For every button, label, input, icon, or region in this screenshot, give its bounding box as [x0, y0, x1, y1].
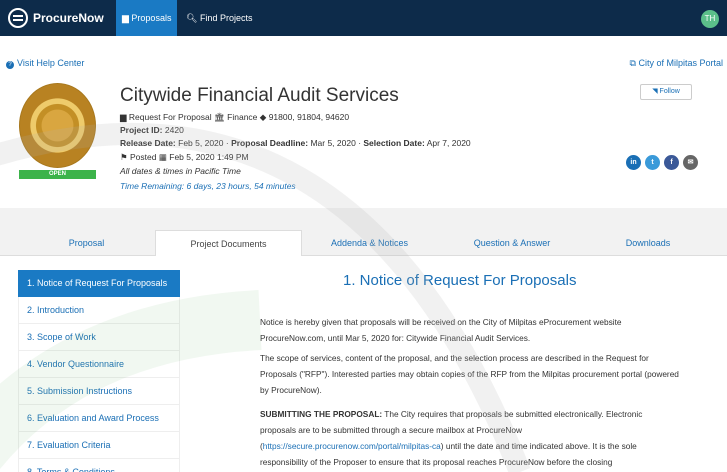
status-badge: OPEN: [19, 170, 96, 179]
tab-downloads[interactable]: Downloads: [587, 230, 709, 256]
tab-question-answer[interactable]: Question & Answer: [437, 230, 587, 256]
project-tabs: Proposal Project Documents Addenda & Not…: [0, 230, 727, 256]
twitter-share-icon[interactable]: t: [645, 155, 660, 170]
project-codes: 91800, 91804, 94620: [268, 112, 350, 122]
sidebar-item-introduction[interactable]: 2. Introduction: [18, 297, 180, 324]
calendar-icon: ▦: [158, 152, 167, 162]
brand-logo-link[interactable]: ProcureNow: [8, 8, 104, 28]
header-separator-band: [0, 208, 727, 230]
nav-proposals-label: Proposals: [131, 13, 172, 23]
city-portal-label: City of Milpitas Portal: [638, 58, 723, 68]
help-center-link[interactable]: ? Visit Help Center: [6, 58, 84, 69]
submitting-heading: SUBMITTING THE PROPOSAL:: [260, 409, 383, 419]
deadline-date: Mar 5, 2020: [310, 138, 356, 148]
section-sidebar: 1. Notice of Request For Proposals 2. In…: [18, 270, 180, 472]
sidebar-item-evaluation-criteria[interactable]: 7. Evaluation Criteria: [18, 432, 180, 459]
posted-label: Posted: [130, 152, 157, 162]
search-icon: 🔍︎: [186, 13, 200, 23]
sidebar-item-evaluation-award[interactable]: 6. Evaluation and Award Process: [18, 405, 180, 432]
linkedin-share-icon[interactable]: in: [626, 155, 641, 170]
nav-proposals[interactable]: ▆ Proposals: [116, 0, 178, 36]
sidebar-item-notice[interactable]: 1. Notice of Request For Proposals: [18, 270, 180, 297]
procurenow-logo-icon: [8, 8, 28, 28]
procurenow-portal-link[interactable]: https://secure.procurenow.com/portal/mil…: [263, 441, 441, 451]
tab-proposal[interactable]: Proposal: [18, 230, 155, 256]
nav-find-label: Find Projects: [199, 13, 253, 23]
document-icon: ▆: [120, 112, 127, 122]
time-remaining: Time Remaining: 6 days, 23 hours, 54 min…: [120, 181, 296, 191]
sidebar-item-scope-of-work[interactable]: 3. Scope of Work: [18, 324, 180, 351]
project-posted-line: ⚑ Posted ▦ Feb 5, 2020 1:49 PM: [120, 152, 249, 163]
question-icon: ?: [6, 61, 14, 69]
document-icon: ▆: [122, 13, 132, 23]
city-portal-link[interactable]: ⧉ City of Milpitas Portal: [630, 58, 723, 69]
facebook-share-icon[interactable]: f: [664, 155, 679, 170]
release-label: Release Date:: [120, 138, 176, 148]
tab-addenda-notices[interactable]: Addenda & Notices: [302, 230, 437, 256]
user-avatar[interactable]: TH: [701, 10, 719, 28]
paragraph-notice: Notice is hereby given that proposals wi…: [260, 317, 622, 343]
project-id-line: Project ID: 2420: [120, 125, 184, 135]
help-bar: ? Visit Help Center ⧉ City of Milpitas Po…: [0, 56, 727, 72]
follow-button[interactable]: ◥ Follow: [640, 84, 692, 100]
tag-icon: ◆: [259, 112, 267, 122]
paragraph-scope: The scope of services, content of the pr…: [260, 353, 679, 395]
project-id: 2420: [164, 125, 184, 135]
deadline-label: Proposal Deadline:: [231, 138, 309, 148]
help-center-label: Visit Help Center: [17, 58, 85, 68]
posted-date: Feb 5, 2020 1:49 PM: [169, 152, 249, 162]
rss-icon: ◥: [652, 88, 660, 95]
flag-icon: ⚑: [120, 152, 128, 162]
follow-label: Follow: [659, 88, 680, 95]
email-share-icon[interactable]: ✉: [683, 155, 698, 170]
project-dates-line: Release Date: Feb 5, 2020 · Proposal Dea…: [120, 138, 471, 148]
nav-find-projects[interactable]: 🔍︎ Find Projects: [180, 0, 258, 36]
timezone-note: All dates & times in Pacific Time: [120, 166, 241, 176]
top-navbar: ProcureNow ▆ Proposals 🔍︎ Find Projects …: [0, 0, 727, 36]
section-heading: 1. Notice of Request For Proposals: [343, 272, 577, 289]
project-title: Citywide Financial Audit Services: [120, 85, 399, 106]
tab-project-documents[interactable]: Project Documents: [155, 230, 302, 256]
brand-name: ProcureNow: [33, 11, 104, 25]
bank-icon: 🏛︎: [213, 112, 225, 122]
release-date: Feb 5, 2020: [178, 138, 224, 148]
project-id-label: Project ID:: [120, 125, 163, 135]
sidebar-item-submission-instructions[interactable]: 5. Submission Instructions: [18, 378, 180, 405]
project-department: Finance: [227, 112, 258, 122]
paragraph-submitting: SUBMITTING THE PROPOSAL: The City requir…: [260, 406, 680, 470]
selection-date: Apr 7, 2020: [426, 138, 471, 148]
project-type: Request For Proposal: [128, 112, 212, 122]
sidebar-item-terms-conditions[interactable]: 8. Terms & Conditions: [18, 459, 180, 472]
project-meta-line: ▆ Request For Proposal 🏛︎ Finance ◆ 9180…: [120, 112, 349, 123]
selection-label: Selection Date:: [363, 138, 425, 148]
sidebar-item-vendor-questionnaire[interactable]: 4. Vendor Questionnaire: [18, 351, 180, 378]
city-seal-logo: [19, 83, 96, 168]
